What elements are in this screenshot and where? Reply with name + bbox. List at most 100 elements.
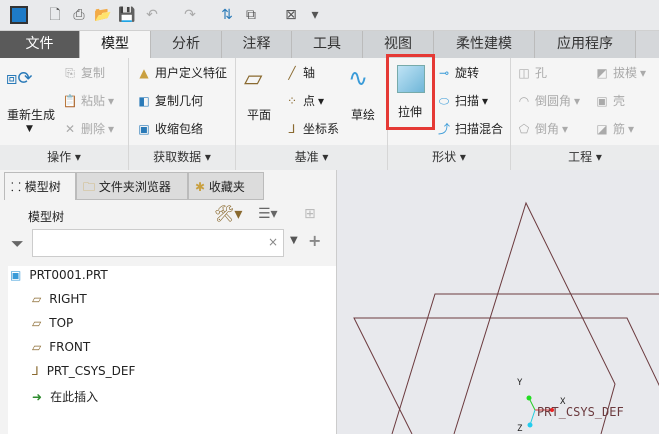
rib-button[interactable]: ◪ 筋 ▾: [594, 120, 634, 137]
group-get-data[interactable]: 获取数据 ▾: [129, 145, 235, 170]
tab-favorites[interactable]: ✱ 收藏夹: [188, 172, 264, 200]
csys-button[interactable]: ⅃ 坐标系: [284, 120, 339, 137]
group-label: 工程: [568, 150, 593, 164]
hole-icon: ◫: [518, 65, 530, 80]
paste-icon: 📋: [62, 93, 78, 108]
paste-label: 粘贴: [81, 94, 106, 108]
regenerate-dropdown-icon[interactable]: ▼: [26, 124, 33, 134]
quick-access-toolbar: 🗋 ⎙ 📂 💾 ↶ ↷ ⇅ ⧉ ⊠ ▾: [0, 0, 659, 31]
plane-button[interactable]: 平面: [247, 106, 271, 123]
undo-icon[interactable]: ↶: [143, 6, 161, 24]
copy-geometry-button[interactable]: ◧ 复制几何: [136, 92, 203, 109]
point-button[interactable]: ⁘ 点 ▾: [284, 92, 324, 109]
copy-geometry-icon: ◧: [138, 93, 150, 108]
copy-geometry-label: 复制几何: [155, 94, 204, 108]
shrinkwrap-button[interactable]: ▣ 收缩包络: [136, 120, 203, 137]
graphics-window[interactable]: Y X Z PRT_CSYS_DEF: [336, 170, 659, 434]
axis-icon: ╱: [288, 65, 296, 80]
tree-search-input[interactable]: [32, 229, 284, 257]
draft-button[interactable]: ◩ 拔模 ▾: [594, 64, 646, 81]
tree-item-label: PRT_CSYS_DEF: [46, 364, 136, 378]
sweep-label: 扫描: [455, 94, 480, 108]
settings-tools-icon[interactable]: 🛠▾: [214, 204, 242, 223]
tab-model-tree[interactable]: ⸬ 模型树: [4, 172, 76, 200]
draft-icon: ◩: [596, 65, 608, 80]
filter-icon[interactable]: ⏷: [11, 234, 24, 254]
sweep-button[interactable]: ⬭ 扫描 ▾: [436, 92, 488, 109]
new-file-icon[interactable]: 🗋: [46, 6, 64, 24]
csys-icon: ⅃: [288, 121, 296, 136]
print-icon[interactable]: ⎙: [70, 6, 88, 24]
chamfer-label: 倒角: [535, 122, 560, 136]
tree-item-insert-here[interactable]: ➜ 在此插入: [32, 388, 98, 405]
revolve-label: 旋转: [455, 66, 480, 80]
delete-button[interactable]: ✕ 删除 ▾: [62, 120, 114, 137]
group-datum[interactable]: 基准 ▾: [236, 145, 387, 170]
sweep-icon: ⬭: [438, 93, 450, 108]
show-list-icon[interactable]: ☰▾: [258, 206, 278, 222]
tab-model[interactable]: 模型: [80, 31, 151, 58]
sketch-button[interactable]: 草绘: [351, 106, 375, 123]
tree-icon: ⸬: [11, 180, 25, 194]
swept-blend-label: 扫描混合: [455, 122, 504, 136]
model-tree: ▣ PRT0001.PRT ▱ RIGHT ▱ TOP ▱ FRONT ⅃ PRT_CSY…: [8, 266, 336, 434]
rib-label: 筋: [613, 122, 626, 136]
tab-annotate[interactable]: 注释: [222, 31, 292, 58]
hide-items-icon[interactable]: ⊞: [304, 206, 316, 222]
swept-blend-icon: ⤴: [437, 121, 450, 136]
tree-item-front[interactable]: ▱ FRONT: [32, 340, 90, 354]
app-menu-icon[interactable]: [10, 6, 28, 24]
revolve-icon: ⊸: [438, 65, 450, 80]
tab-analysis[interactable]: 分析: [151, 31, 222, 58]
customize-dropdown-icon[interactable]: ▾: [306, 6, 324, 24]
open-folder-icon[interactable]: 📂: [94, 6, 112, 24]
regenerate-button[interactable]: 重新生成: [7, 106, 55, 123]
group-operations[interactable]: 操作 ▾: [0, 145, 128, 170]
search-dropdown-icon[interactable]: ▼: [290, 235, 298, 246]
folder-icon: 🗀: [83, 180, 99, 194]
tab-label: 收藏夹: [208, 180, 245, 194]
add-filter-icon[interactable]: +: [308, 231, 321, 250]
group-engineering[interactable]: 工程 ▾: [511, 145, 659, 170]
tree-item-top[interactable]: ▱ TOP: [32, 316, 73, 330]
tab-applications[interactable]: 应用程序: [535, 31, 636, 58]
csys-label: PRT_CSYS_DEF: [537, 405, 624, 419]
redo-icon[interactable]: ↷: [181, 6, 199, 24]
navigator-panel: ⸬ 模型树 🗀 文件夹浏览器 ✱ 收藏夹 模型树 🛠▾ ☰▾ ⊞ ⏷ × ▼ +…: [0, 170, 336, 434]
tab-label: 模型树: [24, 180, 61, 194]
swept-blend-button[interactable]: ⤴ 扫描混合: [436, 120, 503, 137]
shell-button[interactable]: ▣ 壳: [594, 92, 625, 109]
tree-item-right[interactable]: ▱ RIGHT: [32, 292, 87, 306]
shrinkwrap-icon: ▣: [138, 121, 150, 136]
tab-tools[interactable]: 工具: [292, 31, 363, 58]
tab-folder-browser[interactable]: 🗀 文件夹浏览器: [76, 172, 188, 200]
tree-item-part[interactable]: ▣ PRT0001.PRT: [10, 268, 108, 282]
windows-icon[interactable]: ⧉: [242, 6, 260, 24]
tab-flexible-modeling[interactable]: 柔性建模: [434, 31, 535, 58]
y-axis-dot: [526, 395, 532, 401]
revolve-button[interactable]: ⊸ 旋转: [436, 64, 479, 81]
sketch-icon: ∿: [348, 64, 369, 92]
point-icon: ⁘: [286, 93, 298, 108]
group-shape[interactable]: 形状 ▾: [388, 145, 510, 170]
axis-button[interactable]: ╱ 轴: [284, 64, 315, 81]
paste-button[interactable]: 📋 粘贴 ▾: [62, 92, 115, 109]
clear-search-icon[interactable]: ×: [268, 235, 278, 249]
hole-button[interactable]: ◫ 孔: [516, 64, 547, 81]
regenerate-icon: ⧈⟳: [6, 67, 33, 89]
chamfer-button[interactable]: ⬠ 倒角 ▾: [516, 120, 568, 137]
round-button[interactable]: ◠ 倒圆角 ▾: [516, 92, 580, 109]
part-icon: ▣: [10, 268, 22, 282]
extrude-button[interactable]: 拉伸: [386, 54, 435, 130]
udf-label: 用户定义特征: [155, 66, 228, 80]
save-icon[interactable]: 💾: [118, 6, 136, 24]
shrinkwrap-label: 收缩包络: [155, 122, 204, 136]
hole-label: 孔: [535, 66, 548, 80]
copy-button[interactable]: ⎘ 复制: [62, 64, 105, 81]
regenerate-icon[interactable]: ⇅: [218, 6, 236, 24]
close-window-icon[interactable]: ⊠: [282, 6, 300, 24]
tree-item-csys[interactable]: ⅃ PRT_CSYS_DEF: [32, 364, 135, 378]
delete-label: 删除: [81, 122, 106, 136]
udf-button[interactable]: ▲ 用户定义特征: [136, 64, 227, 81]
tab-file[interactable]: 文件: [0, 31, 80, 58]
